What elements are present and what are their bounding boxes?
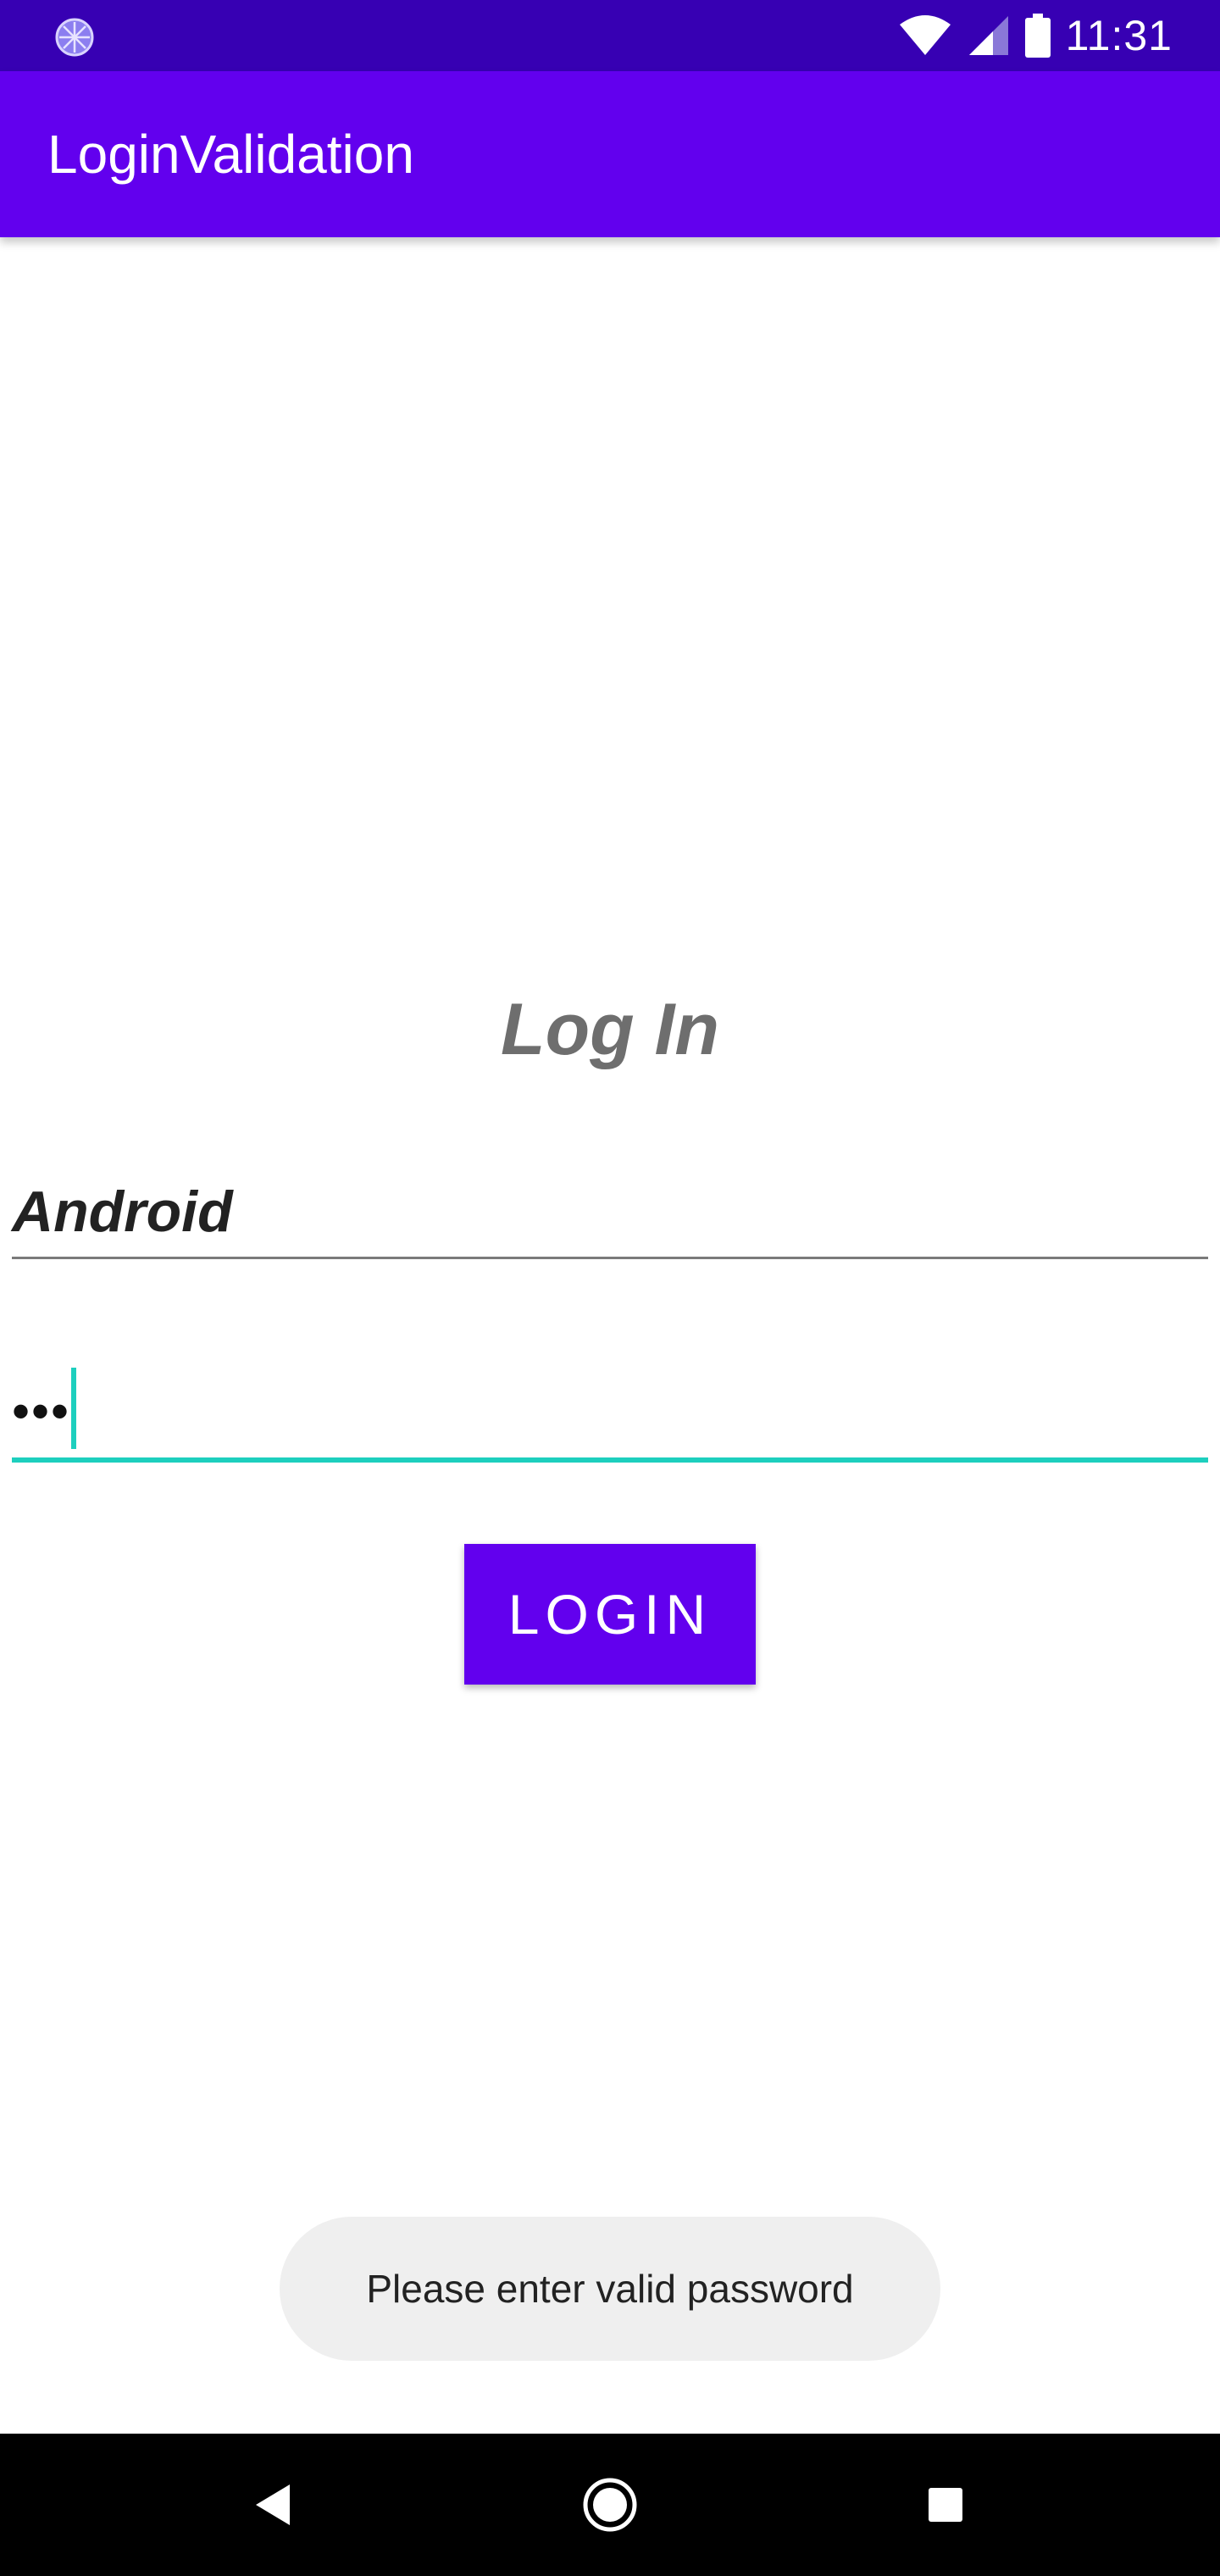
battery-icon xyxy=(1024,14,1051,58)
login-heading: Log In xyxy=(501,989,719,1070)
login-button[interactable]: LOGIN xyxy=(464,1544,756,1685)
nav-back-button[interactable] xyxy=(205,2434,341,2576)
app-title: LoginValidation xyxy=(47,124,414,185)
username-value: Android xyxy=(12,1180,233,1244)
status-icons: 11:31 xyxy=(898,0,1173,71)
password-field[interactable]: ••• xyxy=(12,1364,1208,1463)
app-bar: LoginValidation xyxy=(0,71,1220,237)
nav-home-button[interactable] xyxy=(542,2434,678,2576)
username-field[interactable]: Android xyxy=(12,1178,1208,1259)
status-bar: 11:31 xyxy=(0,0,1220,71)
nav-recents-button[interactable] xyxy=(878,2434,1013,2576)
toast-message: Please enter valid password xyxy=(280,2217,940,2361)
cellular-signal-icon xyxy=(968,16,1008,55)
password-value: ••• xyxy=(12,1383,71,1440)
navigation-bar xyxy=(0,2434,1220,2576)
wifi-icon xyxy=(899,15,951,55)
loading-spinner-icon xyxy=(55,18,94,57)
recents-icon xyxy=(929,2488,962,2522)
home-icon xyxy=(583,2478,637,2532)
back-icon xyxy=(256,2484,290,2525)
text-cursor xyxy=(71,1368,76,1449)
status-time: 11:31 xyxy=(1065,12,1173,59)
